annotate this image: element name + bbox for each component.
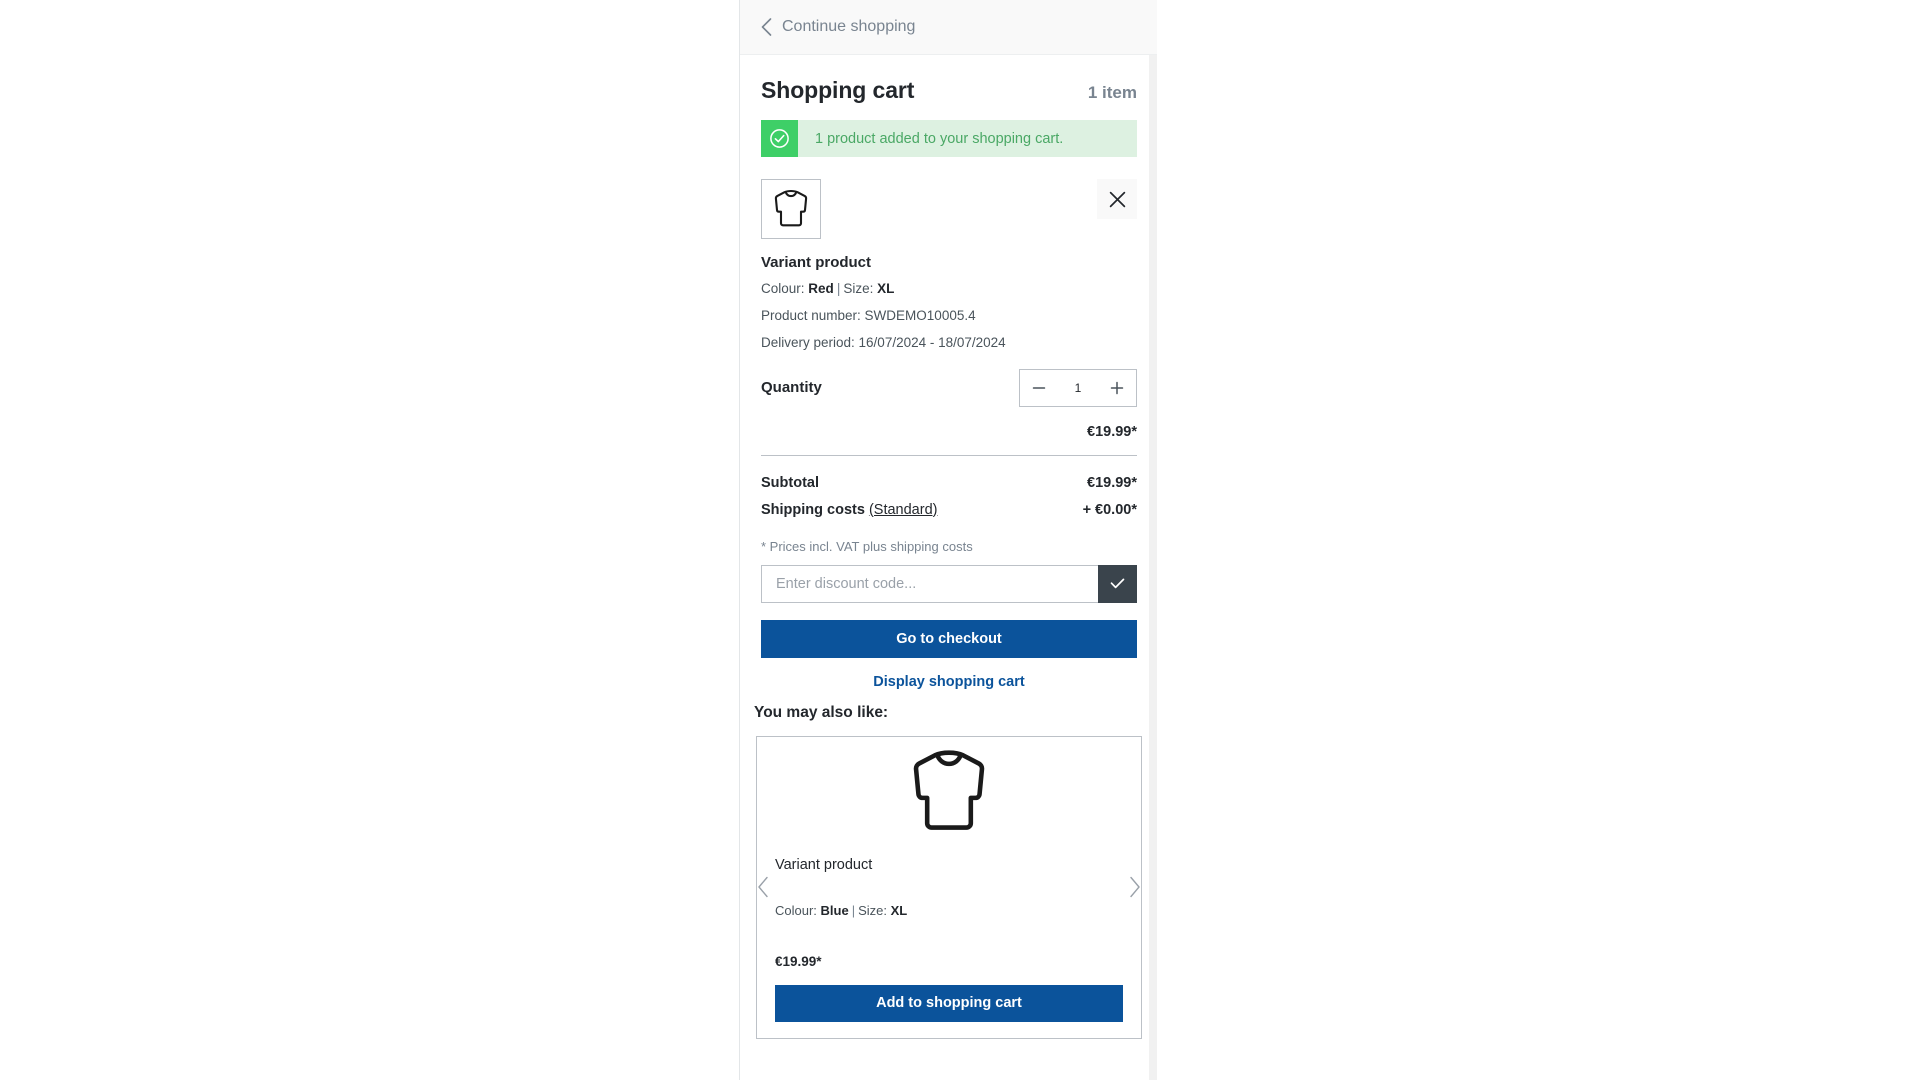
cart-summary: Subtotal €19.99* Shipping costs (Standar… <box>761 475 1137 518</box>
cs-variant-colour-prefix: Colour: <box>775 902 817 918</box>
chevron-left-icon <box>757 876 769 898</box>
variant-separator: | <box>836 281 841 296</box>
cross-selling-section: You may also like: Variant product Colou… <box>740 704 1157 1039</box>
quantity-stepper[interactable] <box>1019 368 1137 407</box>
line-item-quantity-row: Quantity <box>761 368 1137 407</box>
display-shopping-cart-link[interactable]: Display shopping cart <box>761 674 1137 690</box>
shipping-label-wrap: Shipping costs (Standard) <box>761 502 937 518</box>
quantity-decrease-button[interactable] <box>1020 369 1058 406</box>
remove-line-item-button[interactable] <box>1097 179 1137 219</box>
cart-title-row: Shopping cart 1 item <box>761 77 1137 104</box>
continue-shopping-label: Continue shopping <box>782 18 916 35</box>
cart-success-message: 1 product added to your shopping cart. <box>815 130 1064 147</box>
quantity-label: Quantity <box>761 379 822 397</box>
cross-selling-product-price: €19.99* <box>775 953 822 969</box>
line-item-name[interactable]: Variant product <box>761 254 1137 271</box>
variant-colour-prefix: Colour: <box>761 281 805 296</box>
subtotal-label: Subtotal <box>761 474 819 491</box>
line-item-image[interactable] <box>761 179 821 239</box>
cross-selling-product-image[interactable] <box>757 737 1141 847</box>
carousel-next-button[interactable] <box>1124 872 1146 902</box>
offcanvas-scrollbar[interactable] <box>1149 55 1157 1080</box>
subtotal-value: €19.99* <box>1087 474 1137 491</box>
cross-selling-product-variant: Colour: Blue | Size: XL <box>775 903 1123 918</box>
line-item-price: €19.99* <box>761 424 1137 456</box>
cross-selling-carousel: Variant product Colour: Blue | Size: XL €1… <box>756 735 1142 1039</box>
summary-row-subtotal: Subtotal €19.99* <box>761 475 1137 491</box>
check-circle-icon <box>761 120 798 157</box>
close-icon <box>1109 191 1126 208</box>
variant-colour-value: Red <box>808 281 834 296</box>
page-title: Shopping cart <box>761 77 915 103</box>
shipping-method-link[interactable]: (Standard) <box>869 502 938 518</box>
variant-size-prefix: Size: <box>843 281 874 296</box>
continue-shopping-link[interactable]: Continue shopping <box>761 18 915 36</box>
shirt-icon <box>769 188 813 230</box>
discount-code-input[interactable] <box>761 564 1098 603</box>
shipping-value: + €0.00* <box>1082 501 1137 518</box>
line-item-variant: Colour: Red | Size: XL <box>761 280 1137 298</box>
add-to-shopping-cart-button[interactable]: Add to shopping cart <box>775 984 1123 1022</box>
cross-selling-product-info: Variant product Colour: Blue | Size: XL €1… <box>757 857 1141 1038</box>
cart-success-alert: 1 product added to your shopping cart. <box>761 120 1137 157</box>
line-item-delivery-period: Delivery period: 16/07/2024 - 18/07/2024 <box>761 335 1006 351</box>
quantity-input[interactable] <box>1058 380 1098 395</box>
offcanvas-body: Shopping cart 1 item 1 product added to … <box>740 55 1157 690</box>
cs-variant-size-value: XL <box>890 902 908 918</box>
offcanvas-header: Continue shopping <box>740 0 1157 55</box>
offcanvas-scroll-area: Continue shopping Shopping cart 1 item 1… <box>740 0 1157 1080</box>
variant-size-value: XL <box>877 281 895 296</box>
discount-code-form <box>761 564 1137 603</box>
summary-row-shipping: Shipping costs (Standard) + €0.00* <box>761 502 1137 518</box>
shirt-icon <box>901 746 997 838</box>
cart-line-item: Variant product Colour: Red | Size: XL Pro… <box>761 179 1137 462</box>
cart-item-count: 1 item <box>1087 83 1137 102</box>
chevron-left-icon <box>761 18 772 36</box>
cross-selling-title: You may also like: <box>754 703 889 721</box>
cs-variant-size-prefix: Size: <box>858 902 888 918</box>
line-item-product-number: Product number: SWDEMO10005.4 <box>761 308 976 324</box>
carousel-prev-button[interactable] <box>752 872 774 902</box>
plus-icon <box>1110 381 1124 395</box>
page-root: Continue shopping Shopping cart 1 item 1… <box>0 0 1920 1080</box>
go-to-checkout-button[interactable]: Go to checkout <box>761 619 1137 658</box>
cross-selling-product-card: Variant product Colour: Blue | Size: XL €1… <box>756 735 1142 1039</box>
minus-icon <box>1032 381 1046 395</box>
check-icon <box>1108 574 1127 593</box>
cs-variant-separator: | <box>851 902 856 918</box>
cs-variant-colour-value: Blue <box>820 902 849 918</box>
shipping-label: Shipping costs <box>761 501 865 518</box>
quantity-increase-button[interactable] <box>1098 369 1136 406</box>
vat-note: * Prices incl. VAT plus shipping costs <box>761 538 973 554</box>
discount-submit-button[interactable] <box>1098 564 1137 603</box>
shopping-cart-offcanvas: Continue shopping Shopping cart 1 item 1… <box>739 0 1157 1080</box>
chevron-right-icon <box>1129 876 1141 898</box>
cross-selling-product-name[interactable]: Variant product <box>775 857 1123 873</box>
